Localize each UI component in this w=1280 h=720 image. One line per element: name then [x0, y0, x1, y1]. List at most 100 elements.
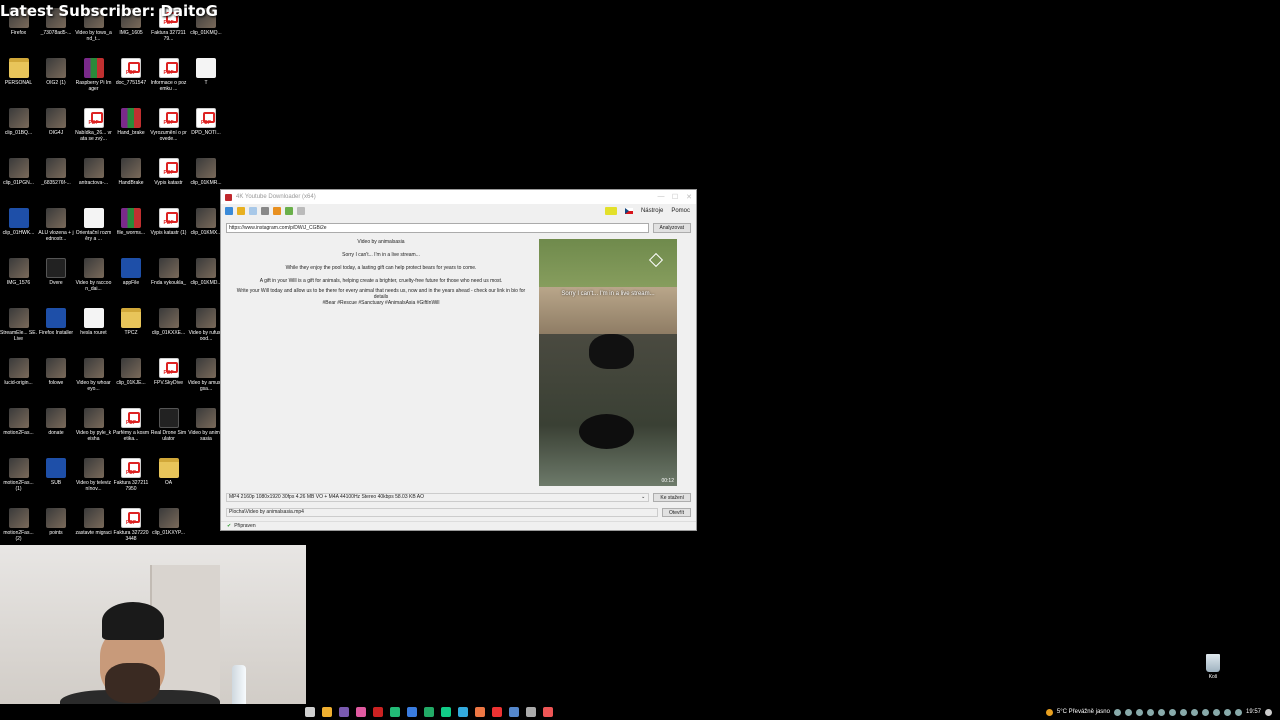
taskbar-app-icon[interactable] — [339, 707, 349, 717]
clock[interactable]: 19:57 — [1246, 709, 1261, 715]
video-preview[interactable]: Sorry I can't... I'm in a live stream...… — [539, 239, 677, 486]
desktop-icon[interactable]: OIG4J — [38, 108, 75, 136]
tray-icon[interactable] — [1190, 708, 1198, 716]
minimize-icon[interactable]: — — [654, 193, 668, 201]
desktop-icon[interactable]: clip_01PGN... — [0, 158, 37, 186]
desktop-icon[interactable]: FPV.SkyDive — [150, 358, 187, 386]
desktop-icon[interactable]: appFile — [113, 258, 150, 286]
desktop-icon[interactable]: _6835276f-... — [38, 158, 75, 186]
analyze-button[interactable]: Analyzovat — [652, 223, 691, 233]
desktop-icon[interactable]: IMG_1576 — [0, 258, 37, 286]
desktop-icon[interactable]: Video by animalsasia — [188, 408, 225, 442]
desktop-icon[interactable]: StreamEle... SE.Live — [0, 308, 37, 342]
desktop-icon[interactable]: OA — [150, 458, 187, 486]
taskbar-app-icon[interactable] — [509, 707, 519, 717]
czech-flag-icon[interactable] — [624, 208, 633, 214]
desktop-icon[interactable]: clip_01KMR... — [188, 158, 225, 186]
desktop-icon[interactable]: PERSONAL — [0, 58, 37, 86]
menu-tools[interactable]: Nástroje — [641, 208, 663, 214]
desktop-icon[interactable]: clip_01KJE... — [113, 358, 150, 386]
desktop-icon[interactable]: Video by amusingsa... — [188, 358, 225, 392]
tray-icon[interactable] — [1234, 708, 1242, 716]
download-icon[interactable] — [225, 207, 233, 215]
tray-icon[interactable] — [1146, 708, 1154, 716]
desktop-icon[interactable]: Video by televiznínov... — [75, 458, 112, 492]
desktop-icon[interactable]: Informace o pozemku ... — [150, 58, 187, 92]
taskbar-app-icon[interactable] — [441, 707, 451, 717]
taskbar-app-icon[interactable] — [356, 707, 366, 717]
url-input[interactable]: https://www.instagram.com/p/DWiJ_CGBi2e — [226, 223, 649, 233]
desktop-icon[interactable]: Video by raccoon_dai... — [75, 258, 112, 292]
taskbar-app-icon[interactable] — [526, 707, 536, 717]
format-select[interactable]: MP4 2160p 1080x1920 30fps 4.26 MB VO + M… — [226, 493, 650, 502]
desktop-icon[interactable]: file_worms... — [113, 208, 150, 236]
desktop-icon[interactable]: antractova-... — [75, 158, 112, 186]
window-titlebar[interactable]: 4K Youtube Downloader (x64) — ☐ ✕ — [221, 190, 696, 204]
activation-icon[interactable] — [604, 207, 617, 215]
taskbar-app-icon[interactable] — [407, 707, 417, 717]
desktop-icon[interactable]: Video by rufusgood... — [188, 308, 225, 342]
open-button[interactable]: Otevřít — [661, 508, 691, 517]
taskbar-app-icon[interactable] — [373, 707, 383, 717]
desktop-icon[interactable]: SUB — [38, 458, 75, 486]
desktop-icon[interactable]: clip_01KMD... — [188, 258, 225, 286]
desktop-icon[interactable]: points — [38, 508, 75, 536]
desktop-icon[interactable]: Parfémy a kosmetika... — [113, 408, 150, 442]
desktop-icon[interactable]: clip_01HWK... — [0, 208, 37, 236]
desktop-icon[interactable]: HandBrake — [113, 158, 150, 186]
desktop-icon[interactable]: Video by whoareyo... — [75, 358, 112, 392]
globe-icon[interactable] — [285, 207, 293, 215]
desktop-icon[interactable]: Video by pyle_keisha — [75, 408, 112, 442]
clipboard-icon[interactable] — [297, 207, 305, 215]
desktop-icon[interactable]: clip_01KXXE... — [150, 308, 187, 336]
desktop-icon[interactable]: Fnda vykoukla_ — [150, 258, 187, 286]
desktop-icon[interactable]: Vypis katastr — [150, 158, 187, 186]
smart-mode-icon[interactable] — [237, 207, 245, 215]
menu-help[interactable]: Pomoc — [671, 208, 690, 214]
save-path-field[interactable]: Plocha\Video by animalsasia.mp4 — [226, 508, 658, 517]
desktop-icon[interactable]: OIG2 (1) — [38, 58, 75, 86]
desktop-icon[interactable]: Dvere — [38, 258, 75, 286]
folder-icon[interactable] — [273, 207, 281, 215]
download-button[interactable]: Ke stažení — [653, 493, 691, 502]
tray-icon[interactable] — [1223, 708, 1231, 716]
desktop-icon[interactable]: Faktura 3272203448 — [113, 508, 150, 542]
tray-icon[interactable] — [1179, 708, 1187, 716]
desktop-icon[interactable]: motion2Fas... — [0, 408, 37, 436]
desktop-icon[interactable]: clip_01BQ... — [0, 108, 37, 136]
desktop-icon[interactable]: clip_01KXYP... — [150, 508, 187, 536]
taskbar-app-icon[interactable] — [305, 707, 315, 717]
taskbar-app-icon[interactable] — [492, 707, 502, 717]
desktop-icon[interactable]: T — [188, 58, 225, 86]
desktop-icon[interactable]: clip_01KMX... — [188, 208, 225, 236]
close-icon[interactable]: ✕ — [682, 193, 696, 201]
desktop-icon[interactable]: Faktura 3272117950 — [113, 458, 150, 492]
taskbar-app-icon[interactable] — [543, 707, 553, 717]
notification-icon[interactable] — [1265, 708, 1272, 716]
desktop-icon[interactable]: Vypis katastr (1) — [150, 208, 187, 236]
desktop-icon[interactable]: Orientační rozměry a ... — [75, 208, 112, 242]
desktop-icon[interactable]: DPD_NOTI... — [188, 108, 225, 136]
desktop-icon[interactable]: TPCZ — [113, 308, 150, 336]
desktop-icon[interactable]: folowe — [38, 358, 75, 386]
subscriptions-icon[interactable] — [261, 207, 269, 215]
tray-icon[interactable] — [1157, 708, 1165, 716]
maximize-icon[interactable]: ☐ — [668, 193, 682, 201]
desktop-icon[interactable]: Raspberry Pi Imager — [75, 58, 112, 92]
desktop-icon[interactable]: doc_7751547 — [113, 58, 150, 86]
tray-icon[interactable] — [1135, 708, 1143, 716]
taskbar-app-icon[interactable] — [390, 707, 400, 717]
taskbar-app-icon[interactable] — [458, 707, 468, 717]
weather-icon[interactable] — [1045, 708, 1053, 716]
desktop-icon[interactable]: lucid-origin... — [0, 358, 37, 386]
desktop-icon[interactable]: Hand_brake — [113, 108, 150, 136]
desktop-icon[interactable]: ALU vlozena + jednostr... — [38, 208, 75, 242]
search-icon[interactable] — [249, 207, 257, 215]
tray-icon[interactable] — [1168, 708, 1176, 716]
tray-icon[interactable] — [1113, 708, 1121, 716]
taskbar-app-icon[interactable] — [322, 707, 332, 717]
desktop-icon[interactable]: motion2Fas... (2) — [0, 508, 37, 542]
desktop-icon[interactable]: Nabídka_26... vrata se zvý... — [75, 108, 112, 142]
tray-icon[interactable] — [1201, 708, 1209, 716]
weather-text[interactable]: 5°C Převážně jasno — [1057, 709, 1110, 715]
